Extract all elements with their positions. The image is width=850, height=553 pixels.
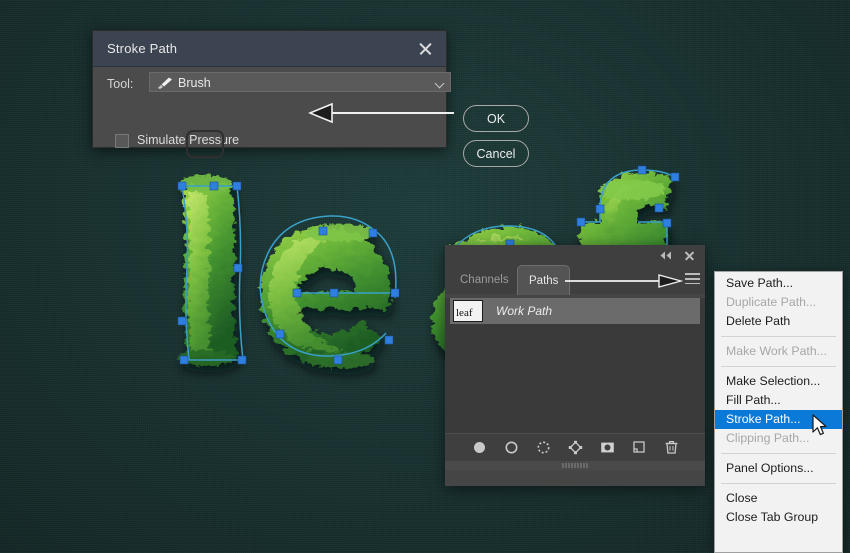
- ok-button[interactable]: OK: [463, 105, 529, 132]
- menu-item-duplicate-path: Duplicate Path...: [726, 295, 817, 309]
- tab-channels[interactable]: Channels: [449, 266, 520, 294]
- stroke-path-dialog[interactable]: Stroke Path Tool: Brush Simulate Pressur…: [92, 30, 529, 167]
- panel-tabs: Channels Paths: [445, 265, 705, 295]
- paths-list[interactable]: leaf Work Path: [445, 298, 705, 433]
- paths-panel[interactable]: Channels Paths leaf Work Path: [445, 245, 705, 486]
- dialog-titlebar[interactable]: Stroke Path: [93, 31, 446, 67]
- simulate-pressure-checkbox[interactable]: [115, 134, 129, 148]
- panel-header: [445, 245, 705, 266]
- menu-item-panel-options[interactable]: Panel Options...: [715, 459, 842, 478]
- path-thumbnail: leaf: [453, 300, 483, 322]
- close-icon[interactable]: [683, 249, 696, 262]
- menu-item-save-path[interactable]: Save Path...: [715, 274, 842, 293]
- menu-item-make-selection[interactable]: Make Selection...: [715, 372, 842, 391]
- path-name: Work Path: [496, 304, 553, 318]
- tab-paths[interactable]: Paths: [517, 265, 571, 295]
- panel-menu-hamburger-icon[interactable]: [685, 273, 700, 286]
- menu-item-close[interactable]: Close: [715, 489, 842, 508]
- chevron-down-icon[interactable]: [434, 78, 445, 89]
- menu-item-close-tab-group[interactable]: Close Tab Group: [715, 508, 842, 527]
- menu-item-fill-path[interactable]: Fill Path...: [715, 391, 842, 410]
- annotation-arrow-to-tool: [308, 102, 454, 124]
- simulate-pressure-label: Simulate Pressure: [137, 133, 240, 147]
- menu-separator: [721, 483, 836, 484]
- tool-row: Tool: Brush: [93, 67, 451, 103]
- paths-panel-context-menu[interactable]: Save Path... Duplicate Path... Delete Path…: [714, 271, 843, 553]
- menu-item-delete-path[interactable]: Delete Path: [715, 312, 842, 331]
- make-work-path-from-selection-icon[interactable]: [566, 438, 585, 457]
- menu-separator: [721, 366, 836, 367]
- cancel-button[interactable]: Cancel: [463, 140, 529, 167]
- load-path-as-selection-icon[interactable]: [534, 438, 553, 457]
- collapse-double-chevron-icon[interactable]: [659, 251, 672, 260]
- annotation-arrow-to-panel-menu: [565, 274, 683, 288]
- menu-item-make-work-path: Make Work Path...: [726, 344, 827, 358]
- menu-item-clipping-path: Clipping Path...: [726, 431, 810, 445]
- tool-label: Tool:: [107, 77, 134, 91]
- panel-footer: [445, 461, 705, 470]
- tool-value: Brush: [178, 76, 211, 90]
- paths-panel-toolbar: [445, 433, 705, 461]
- dialog-title: Stroke Path: [107, 41, 178, 56]
- fill-path-with-foreground-color-icon[interactable]: [470, 438, 489, 457]
- stroke-path-with-brush-icon[interactable]: [502, 438, 521, 457]
- svg-text:leaf: leaf: [456, 307, 473, 319]
- resize-grip[interactable]: [562, 463, 588, 468]
- close-icon[interactable]: [416, 39, 435, 58]
- delete-path-icon[interactable]: [662, 438, 681, 457]
- menu-item-stroke-path[interactable]: Stroke Path...: [715, 410, 842, 429]
- brush-icon: [158, 77, 172, 89]
- menu-separator: [721, 453, 836, 454]
- add-layer-mask-icon[interactable]: [598, 438, 617, 457]
- simulate-pressure-row[interactable]: Simulate Pressure: [93, 129, 446, 159]
- menu-separator: [721, 336, 836, 337]
- create-new-path-icon[interactable]: [630, 438, 649, 457]
- path-list-item[interactable]: leaf Work Path: [450, 298, 700, 324]
- tool-select[interactable]: Brush: [149, 72, 451, 92]
